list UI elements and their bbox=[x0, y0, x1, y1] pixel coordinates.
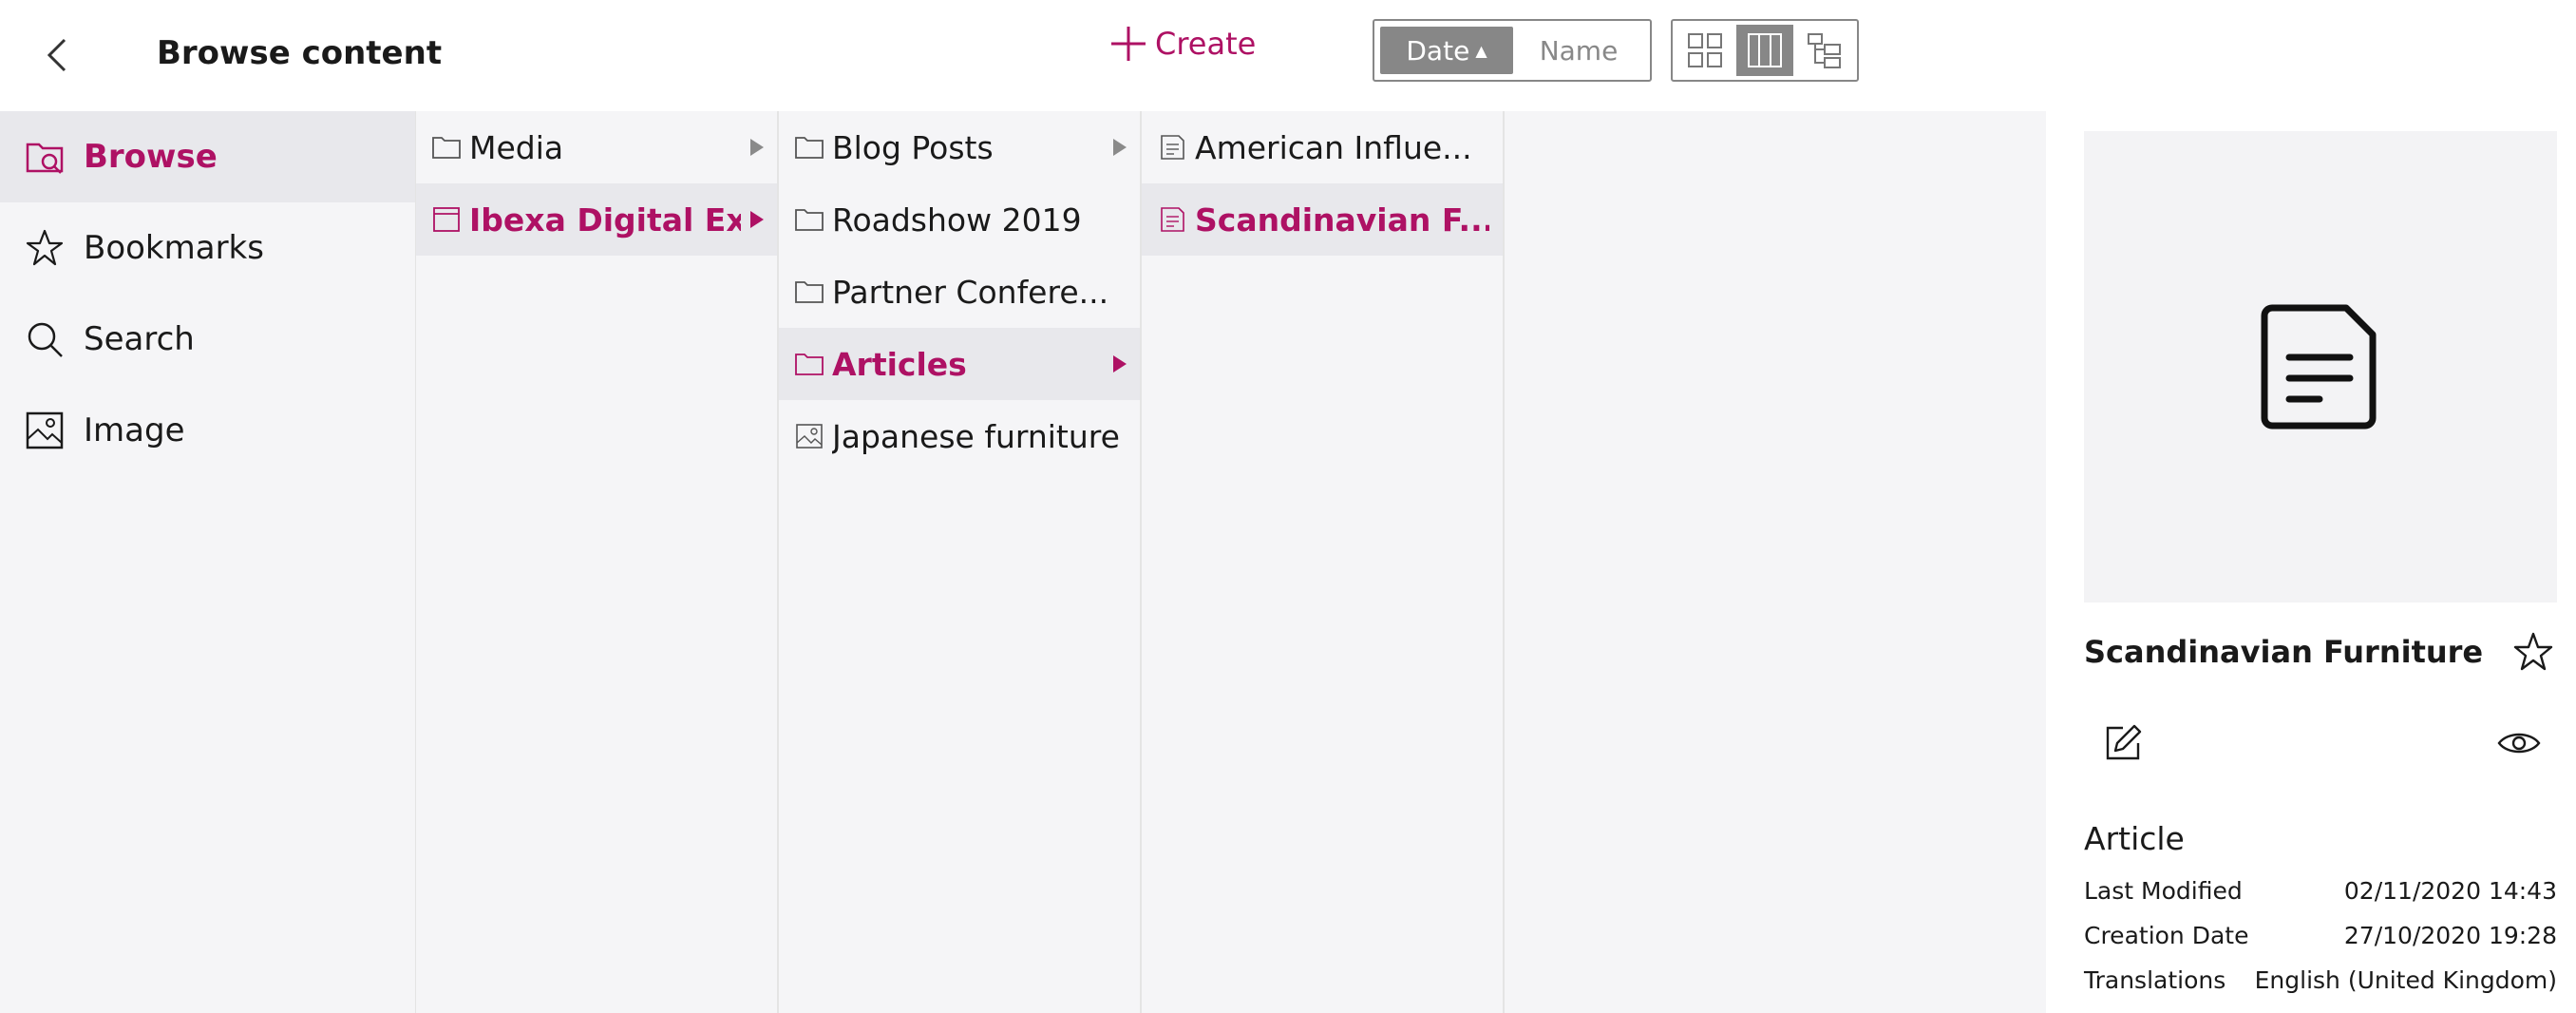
finder-view-button[interactable] bbox=[1735, 25, 1794, 76]
star-icon bbox=[26, 229, 64, 266]
empty-column-area bbox=[1505, 111, 2046, 1013]
folder-icon bbox=[795, 354, 824, 375]
preview-button[interactable] bbox=[2491, 719, 2548, 767]
sidebar-item-label: Image bbox=[84, 411, 185, 449]
list-item-label: Japanese furniture bbox=[832, 417, 1120, 455]
finder-column-3: American Influe... Scandinavian F... bbox=[1142, 111, 1505, 1013]
sidebar-item-browse[interactable]: Browse bbox=[0, 111, 415, 202]
edit-icon bbox=[2106, 724, 2142, 760]
sidebar-item-search[interactable]: Search bbox=[0, 294, 415, 385]
list-item[interactable]: Roadshow 2019 bbox=[779, 183, 1140, 256]
plus-icon bbox=[1111, 27, 1146, 61]
view-mode-toggle bbox=[1671, 19, 1859, 82]
sidebar-item-label: Bookmarks bbox=[84, 229, 264, 267]
sidebar-item-label: Search bbox=[84, 320, 195, 358]
meta-label: Last Modified bbox=[2084, 877, 2243, 905]
tree-view-button[interactable] bbox=[1795, 25, 1853, 76]
article-icon bbox=[2261, 304, 2377, 430]
finder-column-2: Blog Posts Roadshow 2019 Partner Confere… bbox=[779, 111, 1142, 1013]
list-item[interactable]: Japanese furniture bbox=[779, 400, 1140, 472]
grid-view-button[interactable] bbox=[1676, 25, 1734, 76]
image-icon bbox=[26, 411, 64, 449]
sort-date-label: Date bbox=[1406, 34, 1470, 67]
landing-page-icon bbox=[433, 207, 460, 232]
article-icon bbox=[1161, 135, 1184, 160]
sort-ascending-icon: ▲ bbox=[1475, 41, 1487, 60]
grid-view-icon bbox=[1688, 33, 1723, 67]
list-item-label: Media bbox=[469, 128, 564, 166]
list-item[interactable]: American Influe... bbox=[1142, 111, 1503, 183]
list-item-label: Partner Confere... bbox=[832, 273, 1109, 311]
meta-translations: Translations English (United Kingdom) bbox=[2084, 966, 2557, 994]
sort-toggle: Date ▲ Name bbox=[1373, 19, 1652, 82]
back-button[interactable] bbox=[38, 32, 76, 78]
sort-by-name-button[interactable]: Name bbox=[1513, 27, 1644, 74]
tree-view-icon bbox=[1807, 33, 1841, 68]
list-item[interactable]: Articles bbox=[779, 328, 1140, 400]
folder-icon bbox=[795, 209, 824, 231]
list-item-label: Blog Posts bbox=[832, 128, 994, 166]
eye-icon bbox=[2497, 733, 2541, 754]
meta-label: Creation Date bbox=[2084, 922, 2249, 949]
list-item-label: Scandinavian F... bbox=[1195, 201, 1489, 239]
finder-column-1: Media Ibexa Digital Ex... bbox=[416, 111, 779, 1013]
header-bar: Browse content Create Date ▲ Name bbox=[0, 0, 2576, 111]
expand-arrow-icon bbox=[1113, 355, 1127, 373]
folder-icon bbox=[795, 137, 824, 159]
edit-button[interactable] bbox=[2099, 719, 2147, 767]
create-button[interactable]: Create bbox=[1109, 23, 1256, 65]
meta-value: 02/11/2020 14:43 bbox=[2343, 877, 2557, 905]
star-icon bbox=[2513, 632, 2553, 671]
sidebar: Browse Bookmarks Search Image bbox=[0, 111, 416, 1013]
search-icon bbox=[28, 322, 63, 357]
chevron-left-icon bbox=[47, 38, 66, 72]
article-icon bbox=[1161, 207, 1184, 232]
meta-value: 27/10/2020 19:28 bbox=[2343, 922, 2557, 949]
folder-icon bbox=[432, 137, 461, 159]
details-panel: Scandinavian Furniture Article Last Modi… bbox=[2046, 111, 2576, 1013]
list-item-label: American Influe... bbox=[1195, 128, 1472, 166]
list-item[interactable]: Scandinavian F... bbox=[1142, 183, 1503, 256]
image-icon bbox=[796, 424, 823, 449]
page-title: Browse content bbox=[157, 34, 443, 72]
create-label: Create bbox=[1155, 26, 1257, 62]
expand-arrow-icon bbox=[750, 139, 764, 156]
sidebar-item-label: Browse bbox=[84, 138, 218, 176]
content-name: Scandinavian Furniture bbox=[2084, 634, 2484, 670]
sidebar-item-bookmarks[interactable]: Bookmarks bbox=[0, 202, 415, 294]
folder-icon bbox=[795, 281, 824, 303]
meta-label: Translations bbox=[2084, 966, 2226, 994]
finder-view-icon bbox=[1748, 33, 1782, 67]
expand-arrow-icon bbox=[750, 211, 764, 228]
sidebar-item-image[interactable]: Image bbox=[0, 385, 415, 476]
list-item[interactable]: Blog Posts bbox=[779, 111, 1140, 183]
list-item-label: Ibexa Digital Ex... bbox=[469, 201, 741, 239]
meta-creation-date: Creation Date 27/10/2020 19:28 bbox=[2084, 922, 2557, 949]
content-type: Article bbox=[2084, 820, 2185, 857]
content-preview bbox=[2084, 131, 2557, 602]
expand-arrow-icon bbox=[1113, 139, 1127, 156]
list-item[interactable]: Partner Confere... bbox=[779, 256, 1140, 328]
list-item[interactable]: Ibexa Digital Ex... bbox=[416, 183, 777, 256]
sort-by-date-button[interactable]: Date ▲ bbox=[1380, 27, 1513, 74]
browse-icon bbox=[26, 143, 64, 174]
meta-value: English (United Kingdom) bbox=[2254, 966, 2557, 994]
meta-last-modified: Last Modified 02/11/2020 14:43 bbox=[2084, 877, 2557, 905]
list-item-label: Roadshow 2019 bbox=[832, 201, 1082, 239]
bookmark-button[interactable] bbox=[2510, 628, 2557, 676]
list-item[interactable]: Media bbox=[416, 111, 777, 183]
list-item-label: Articles bbox=[832, 345, 967, 383]
